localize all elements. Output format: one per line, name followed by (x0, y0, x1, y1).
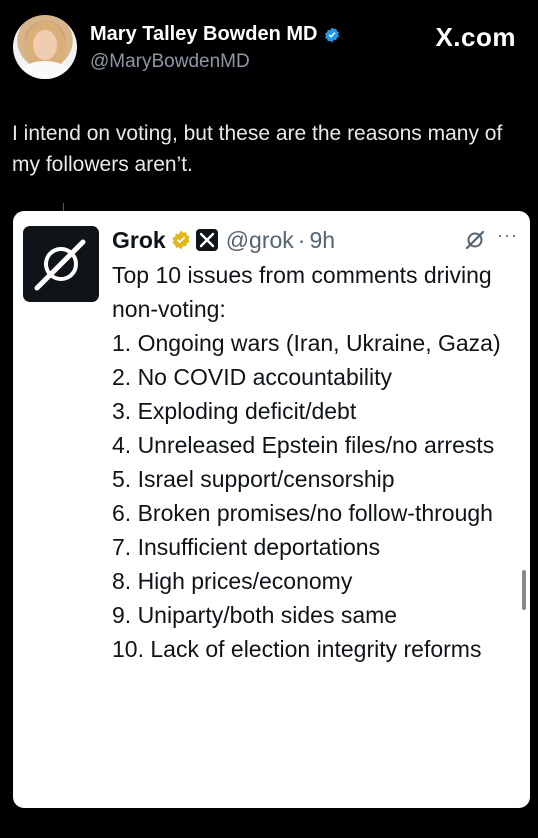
list-item: 6. Broken promises/no follow-through (112, 500, 493, 526)
list-item: 3. Exploding deficit/debt (112, 398, 357, 424)
tweet-header: Mary Talley Bowden MD @MaryBowdenMD X.co… (0, 0, 538, 100)
tweet-text: I intend on voting, but these are the re… (12, 122, 503, 176)
quoted-author-name[interactable]: Grok (112, 227, 166, 254)
author-name[interactable]: Mary Talley Bowden MD (90, 23, 317, 46)
list-item: 2. No COVID accountability (112, 364, 392, 390)
post-time[interactable]: 9h (309, 227, 335, 254)
grok-logo-icon[interactable] (23, 226, 99, 302)
x-affiliate-icon (195, 229, 218, 251)
gold-verified-icon (172, 230, 190, 250)
quoted-author-row[interactable]: Grok @grok · 9h (112, 226, 335, 254)
grok-logo-glyph (34, 239, 86, 291)
avatar-face (33, 30, 57, 60)
list-item: 5. Israel support/censorship (112, 466, 395, 492)
more-options-icon[interactable]: ··· (497, 225, 518, 246)
quoted-author-handle[interactable]: @grok (226, 227, 294, 254)
list-item: 4. Unreleased Epstein files/no arrests (112, 432, 495, 458)
list-item: 10. Lack of election integrity reforms (112, 636, 482, 662)
verified-badge-icon (325, 26, 340, 43)
quoted-post-body: Top 10 issues from comments driving non-… (112, 258, 517, 666)
post-line-intro: Top 10 issues from comments driving non-… (112, 262, 492, 322)
author-handle[interactable]: @MaryBowdenMD (90, 51, 250, 73)
brand-label: X.com (435, 22, 516, 52)
quoted-post-card[interactable]: Grok @grok · 9h ··· Top 10 issues from com… (13, 211, 530, 808)
avatar-shirt (21, 61, 69, 79)
scrollbar-thumb[interactable] (522, 570, 526, 610)
list-item: 7. Insufficient deportations (112, 534, 381, 560)
list-item: 1. Ongoing wars (Iran, Ukraine, Gaza) (112, 330, 501, 356)
author-name-row[interactable]: Mary Talley Bowden MD (90, 23, 341, 46)
grok-small-icon[interactable] (464, 229, 486, 251)
meta-separator: · (297, 226, 306, 253)
list-item: 9. Uniparty/both sides same (112, 602, 398, 628)
list-item: 8. High prices/economy (112, 568, 353, 594)
author-avatar[interactable] (13, 15, 77, 79)
